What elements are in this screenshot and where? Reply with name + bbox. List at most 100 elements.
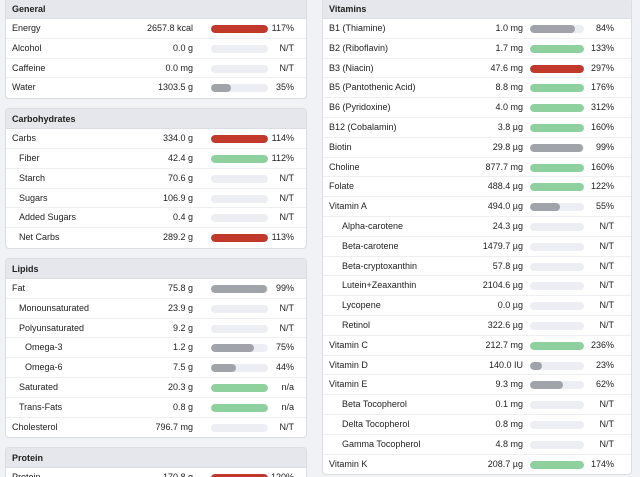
nutrient-row-b3-niacin[interactable]: B3 (Niacin) 47.6 mg 297% <box>323 59 631 79</box>
nutrient-row-vitamin-k[interactable]: Vitamin K 208.7 µg 174% <box>323 455 631 475</box>
nutrient-name: B2 (Riboflavin) <box>329 42 389 53</box>
nutrient-percent: N/T <box>599 319 615 330</box>
nutrient-percent: 112% <box>271 152 294 163</box>
left-column: General Energy 2657.8 kcal 117% Alcohol 0.0 g… <box>5 0 307 477</box>
progress-fill <box>211 364 237 373</box>
nutrient-amount: 494.0 µg <box>487 201 523 212</box>
nutrient-row-trans-fats[interactable]: Trans-Fats 0.8 g n/a <box>6 398 306 418</box>
nutrient-amount: 47.6 mg <box>490 62 523 73</box>
nutrient-row-omega-6[interactable]: Omega-6 7.5 g 44% <box>6 358 306 378</box>
nutrient-percent: 44% <box>275 362 294 373</box>
nutrient-amount: 796.7 mg <box>155 421 193 432</box>
progress-bar <box>530 64 584 73</box>
nutrient-name: Lutein+Zeaxanthin <box>342 280 417 291</box>
nutrient-name: Sugars <box>19 192 48 203</box>
nutrient-row-polyunsaturated[interactable]: Polyunsaturated 9.2 g N/T <box>6 319 306 339</box>
nutrient-row-b2-riboflavin[interactable]: B2 (Riboflavin) 1.7 mg 133% <box>323 39 631 59</box>
nutrient-row-beta-cryptoxanthin[interactable]: Beta-cryptoxanthin 57.8 µg N/T <box>323 257 631 277</box>
nutrient-row-alpha-carotene[interactable]: Alpha-carotene 24.3 µg N/T <box>323 217 631 237</box>
nutrient-row-alcohol[interactable]: Alcohol 0.0 g N/T <box>6 39 306 59</box>
nutrient-row-b6-pyridoxine[interactable]: B6 (Pyridoxine) 4.0 mg 312% <box>323 98 631 118</box>
nutrient-row-monounsaturated[interactable]: Monounsaturated 23.9 g N/T <box>6 299 306 319</box>
nutrient-row-b5-pantothenic-acid[interactable]: B5 (Pantothenic Acid) 8.8 mg 176% <box>323 78 631 99</box>
nutrient-row-choline[interactable]: Choline 877.7 mg 160% <box>323 158 631 178</box>
nutrient-row-carbs[interactable]: Carbs 334.0 g 114% <box>6 129 306 149</box>
nutrient-amount: 23.9 g <box>167 302 193 313</box>
nutrient-percent: N/T <box>599 240 615 251</box>
nutrient-row-gamma-tocopherol[interactable]: Gamma Tocopherol 4.8 mg N/T <box>323 435 631 455</box>
nutrient-name: Energy <box>12 23 41 33</box>
nutrient-amount: 9.2 g <box>172 322 193 333</box>
nutrient-percent: 122% <box>590 181 614 192</box>
nutrient-row-b1-thiamine[interactable]: B1 (Thiamine) 1.0 mg 84% <box>323 19 631 39</box>
progress-fill <box>211 84 231 93</box>
nutrient-amount: 70.6 g <box>167 172 193 183</box>
nutrient-row-starch[interactable]: Starch 70.6 g N/T <box>6 169 306 189</box>
nutrient-row-folate[interactable]: Folate 488.4 µg 122% <box>323 177 631 198</box>
nutrient-row-lutein-zeaxanthin[interactable]: Lutein+Zeaxanthin 2104.6 µg N/T <box>323 276 631 297</box>
nutrient-row-retinol[interactable]: Retinol 322.6 µg N/T <box>323 316 631 336</box>
nutrient-row-lycopene[interactable]: Lycopene 0.0 µg N/T <box>323 296 631 316</box>
nutrient-percent: 84% <box>595 23 614 33</box>
nutrient-row-sugars[interactable]: Sugars 106.9 g N/T <box>6 189 306 209</box>
nutrient-row-vitamin-e[interactable]: Vitamin E 9.3 mg 62% <box>323 375 631 396</box>
progress-bar <box>211 44 268 53</box>
nutrient-amount: 75.8 g <box>167 282 193 293</box>
nutrient-row-fat[interactable]: Fat 75.8 g 99% <box>6 279 306 299</box>
nutrient-amount: 4.8 mg <box>495 438 523 449</box>
nutrient-row-cholesterol[interactable]: Cholesterol 796.7 mg N/T <box>6 418 306 438</box>
progress-bar <box>530 381 584 390</box>
nutrient-row-water[interactable]: Water 1303.5 g 35% <box>6 78 306 98</box>
nutrient-row-vitamin-a[interactable]: Vitamin A 494.0 µg 55% <box>323 197 631 217</box>
nutrient-percent: 62% <box>595 379 614 390</box>
nutrient-row-caffeine[interactable]: Caffeine 0.0 mg N/T <box>6 59 306 79</box>
nutrient-row-net-carbs[interactable]: Net Carbs 289.2 g 113% <box>6 228 306 248</box>
nutrient-name: Net Carbs <box>19 232 60 243</box>
nutrient-name: Omega-3 <box>25 342 63 353</box>
nutrient-row-vitamin-c[interactable]: Vitamin C 212.7 mg 236% <box>323 336 631 356</box>
nutrient-row-added-sugars[interactable]: Added Sugars 0.4 g N/T <box>6 208 306 229</box>
nutrient-row-beta-tocopherol[interactable]: Beta Tocopherol 0.1 mg N/T <box>323 395 631 415</box>
progress-fill <box>530 203 560 212</box>
nutrient-row-energy[interactable]: Energy 2657.8 kcal 117% <box>6 19 306 39</box>
nutrient-percent: 120% <box>271 468 294 477</box>
nutrient-name: Trans-Fats <box>19 401 63 412</box>
section-title: Protein <box>6 448 306 469</box>
nutrient-row-protein[interactable]: Protein 170.8 g 120% <box>6 468 306 477</box>
progress-bar <box>211 25 268 33</box>
nutrient-name: Alcohol <box>12 42 42 53</box>
progress-fill <box>530 163 584 172</box>
progress-bar <box>530 104 584 113</box>
nutrient-percent: N/T <box>279 421 295 432</box>
progress-bar <box>530 123 584 132</box>
nutrient-amount: 106.9 g <box>162 192 193 203</box>
progress-fill <box>211 234 268 243</box>
progress-bar <box>211 344 268 353</box>
nutrient-row-beta-carotene[interactable]: Beta-carotene 1479.7 µg N/T <box>323 237 631 257</box>
nutrient-row-biotin[interactable]: Biotin 29.8 µg 99% <box>323 138 631 158</box>
nutrient-row-omega-3[interactable]: Omega-3 1.2 g 75% <box>6 338 306 359</box>
nutrient-name: B1 (Thiamine) <box>329 23 386 33</box>
nutrient-row-b12-cobalamin[interactable]: B12 (Cobalamin) 3.8 µg 160% <box>323 118 631 138</box>
nutrient-percent: n/a <box>281 381 294 392</box>
nutrient-amount: 334.0 g <box>162 133 193 144</box>
nutrient-amount: 8.8 mg <box>495 82 523 93</box>
progress-fill <box>530 143 584 152</box>
nutrient-name: Saturated <box>19 381 59 392</box>
nutrient-percent: 23% <box>595 359 614 370</box>
nutrient-row-saturated[interactable]: Saturated 20.3 g n/a <box>6 378 306 398</box>
nutrient-row-vitamin-d[interactable]: Vitamin D 140.0 IU 23% <box>323 356 631 376</box>
progress-bar <box>211 403 268 412</box>
nutrient-name: Choline <box>329 161 360 172</box>
progress-fill <box>530 44 584 53</box>
progress-bar <box>530 203 584 212</box>
nutrient-name: B12 (Cobalamin) <box>329 121 397 132</box>
nutrient-row-delta-tocopherol[interactable]: Delta Tocopherol 0.8 mg N/T <box>323 415 631 435</box>
progress-bar <box>530 183 584 192</box>
nutrient-row-fiber[interactable]: Fiber 42.4 g 112% <box>6 149 306 169</box>
progress-bar <box>530 321 584 330</box>
nutrient-name: B5 (Pantothenic Acid) <box>329 82 416 93</box>
nutrient-percent: 99% <box>595 141 614 152</box>
nutrient-amount: 0.1 mg <box>495 399 523 410</box>
nutrient-name: Vitamin D <box>329 359 368 370</box>
